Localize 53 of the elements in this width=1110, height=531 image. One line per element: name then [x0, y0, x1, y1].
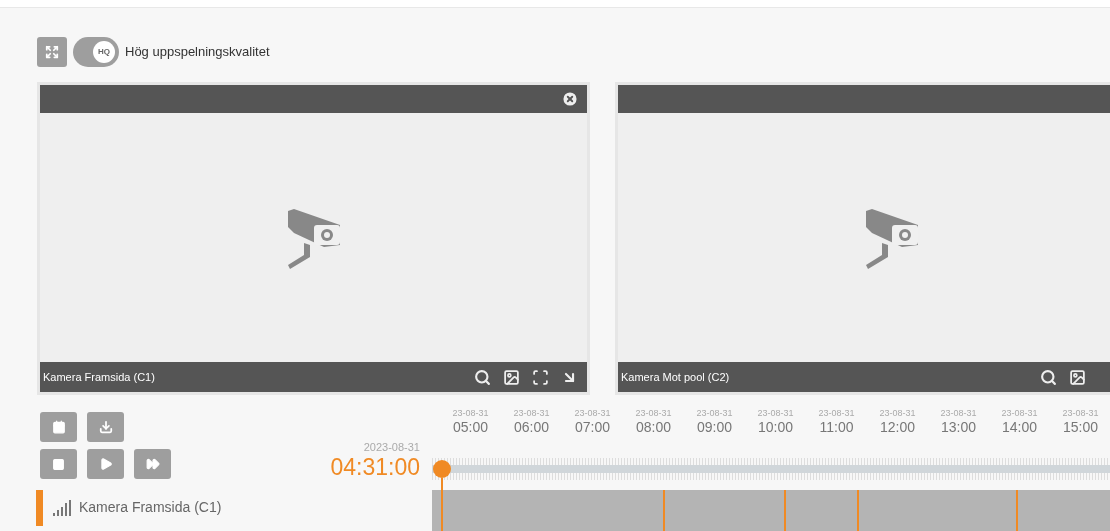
- tick-time: 06:00: [513, 419, 549, 437]
- event-marker: [663, 490, 665, 531]
- tick-time: 13:00: [940, 419, 976, 437]
- tick-time: 09:00: [696, 419, 732, 437]
- play-icon: [98, 457, 113, 471]
- quality-label: Hög uppspelningskvalitet: [125, 43, 270, 62]
- event-marker: [784, 490, 786, 531]
- tick-time: 12:00: [879, 419, 915, 437]
- stop-icon: [52, 457, 65, 471]
- image-icon[interactable]: [503, 368, 520, 386]
- tick-date: 23-08-31: [757, 408, 794, 420]
- tick-date: 23-08-31: [452, 408, 489, 420]
- tick-time: 14:00: [1001, 419, 1037, 437]
- playback-date: 2023-08-31: [363, 442, 420, 453]
- expand-button[interactable]: [37, 37, 67, 67]
- quality-toggle[interactable]: HQ: [73, 37, 119, 67]
- tick-time: 05:00: [452, 419, 488, 437]
- search-icon[interactable]: [1040, 368, 1057, 386]
- stop-button[interactable]: [40, 449, 77, 479]
- search-icon[interactable]: [474, 368, 491, 386]
- tick-time: 11:00: [819, 419, 854, 437]
- tick-time: 15:00: [1062, 419, 1098, 437]
- download-button[interactable]: [87, 412, 124, 442]
- camera-name: Kamera Framsida (C1): [43, 369, 156, 385]
- playhead[interactable]: [433, 458, 451, 531]
- tick-date: 23-08-31: [1062, 408, 1099, 420]
- download-icon: [98, 420, 113, 434]
- tick-time: 07:00: [574, 419, 610, 437]
- event-marker: [1016, 490, 1018, 531]
- calendar-button[interactable]: [40, 412, 77, 442]
- tick-date: 23-08-31: [1001, 408, 1038, 420]
- fast-forward-icon: [145, 457, 160, 471]
- tick-date: 23-08-31: [940, 408, 977, 420]
- tick-date: 23-08-31: [635, 408, 672, 420]
- tick-time: 10:00: [757, 419, 793, 437]
- play-button[interactable]: [87, 449, 124, 479]
- expand-icon: [45, 45, 59, 59]
- calendar-icon: [51, 420, 66, 434]
- camera-list-name: Kamera Framsida (C1): [79, 498, 222, 518]
- fast-forward-button[interactable]: [134, 449, 171, 479]
- tick-date: 23-08-31: [513, 408, 550, 420]
- playback-time: 04:31:00: [330, 453, 420, 482]
- tick-date: 23-08-31: [818, 408, 855, 420]
- camera-name: Kamera Mot pool (C2): [621, 369, 731, 385]
- signal-icon: [53, 499, 73, 516]
- tick-date: 23-08-31: [879, 408, 916, 420]
- tick-date: 23-08-31: [696, 408, 733, 420]
- image-icon[interactable]: [1069, 368, 1086, 386]
- tick-time: 08:00: [635, 419, 671, 437]
- tick-date: 23-08-31: [574, 408, 611, 420]
- fullscreen-icon[interactable]: [532, 368, 549, 386]
- event-marker: [857, 490, 859, 531]
- close-icon[interactable]: [561, 90, 579, 108]
